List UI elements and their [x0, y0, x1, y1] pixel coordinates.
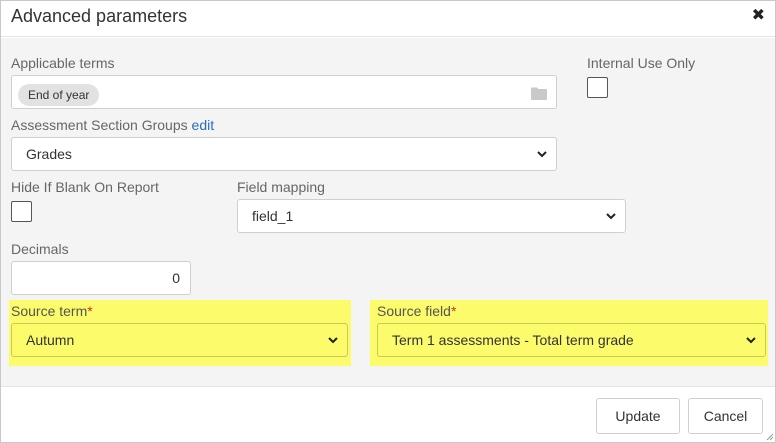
chevron-down-icon — [746, 337, 756, 344]
resize-handle-icon[interactable] — [764, 431, 774, 441]
dialog-title: Advanced parameters — [11, 6, 188, 26]
cancel-button[interactable]: Cancel — [688, 398, 763, 434]
decimals-value: 0 — [172, 270, 180, 286]
decimals-label: Decimals — [11, 241, 69, 257]
internal-use-only-label: Internal Use Only — [587, 55, 696, 71]
assessment-section-groups-value: Grades — [26, 146, 72, 162]
assessment-section-groups-text: Assessment Section Groups — [11, 117, 188, 133]
close-icon[interactable]: ✖ — [752, 8, 765, 24]
source-field-label-text: Source field — [377, 303, 451, 319]
source-field-select[interactable]: Term 1 assessments - Total term grade — [377, 323, 766, 357]
hide-if-blank-label: Hide If Blank On Report — [11, 179, 159, 195]
field-mapping-value: field_1 — [252, 208, 294, 224]
update-button[interactable]: Update — [596, 398, 680, 434]
folder-icon[interactable] — [531, 87, 547, 100]
source-term-value: Autumn — [26, 332, 75, 348]
dialog-footer: Update Cancel — [1, 386, 775, 442]
required-mark: * — [87, 303, 93, 319]
assessment-section-groups-label: Assessment Section Groups edit — [11, 117, 214, 133]
applicable-terms-input[interactable]: End of year — [11, 75, 557, 109]
assessment-section-groups-edit-link[interactable]: edit — [192, 117, 215, 133]
chevron-down-icon — [606, 213, 616, 220]
internal-use-only-checkbox[interactable] — [587, 77, 608, 98]
field-mapping-label: Field mapping — [237, 179, 325, 195]
advanced-parameters-dialog: Advanced parameters ✖ Applicable terms E… — [0, 0, 776, 443]
assessment-section-groups-select[interactable]: Grades — [11, 137, 557, 171]
term-tag[interactable]: End of year — [18, 84, 100, 106]
source-field-value: Term 1 assessments - Total term grade — [392, 332, 634, 348]
chevron-down-icon — [537, 151, 547, 158]
field-mapping-select[interactable]: field_1 — [237, 199, 626, 233]
required-mark: * — [450, 303, 457, 319]
applicable-terms-label: Applicable terms — [11, 55, 115, 71]
dialog-body: Applicable terms End of year Internal Us… — [1, 38, 775, 386]
source-term-label: Source term* — [11, 303, 93, 319]
dialog-header: Advanced parameters ✖ — [1, 1, 775, 37]
hide-if-blank-checkbox[interactable] — [11, 201, 32, 222]
source-field-label: Source field* — [377, 303, 456, 319]
chevron-down-icon — [328, 337, 338, 344]
source-term-label-text: Source term — [11, 303, 88, 319]
decimals-input[interactable]: 0 — [11, 261, 191, 295]
source-term-select[interactable]: Autumn — [11, 323, 348, 357]
